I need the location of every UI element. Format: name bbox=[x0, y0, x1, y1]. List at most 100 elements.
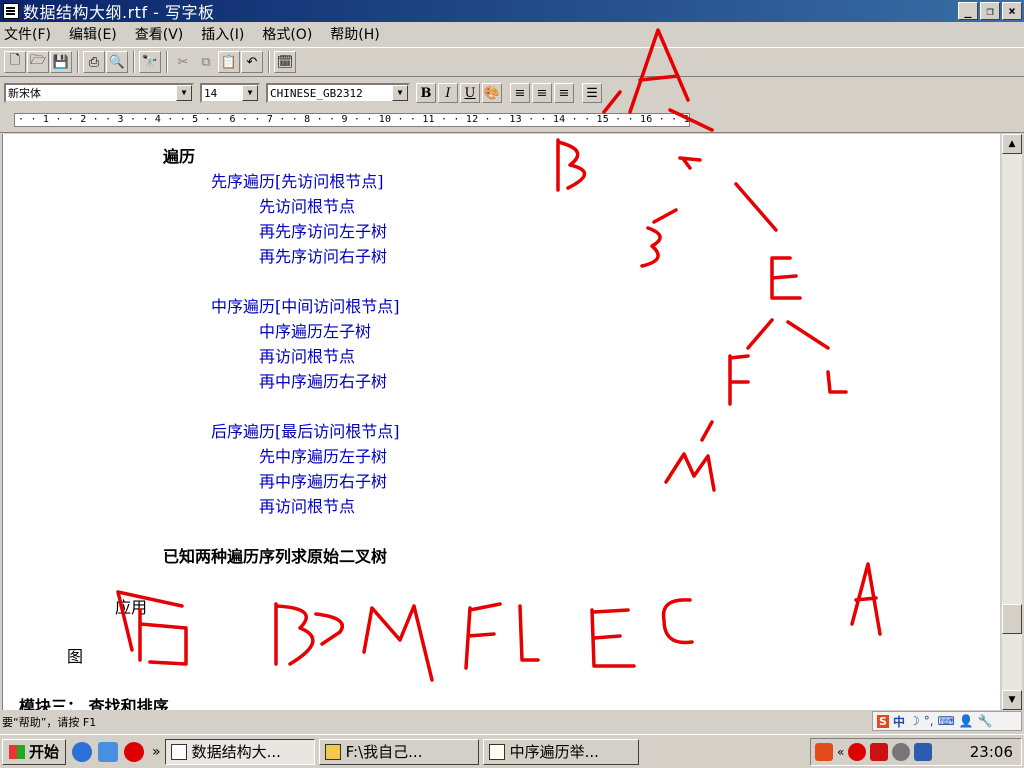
graph-line: 图 bbox=[67, 647, 84, 666]
print-preview-icon[interactable]: 🔍 bbox=[106, 51, 128, 73]
preorder-title: 先序遍历[先访问根节点] bbox=[211, 172, 384, 191]
new-document-icon[interactable]: 🗋 bbox=[4, 51, 26, 73]
internet-explorer-icon[interactable] bbox=[72, 741, 93, 762]
module3-heading: 模块三： 查找和排序 bbox=[19, 697, 169, 710]
menu-help[interactable]: 帮助(H) bbox=[330, 24, 379, 44]
start-label: 开始 bbox=[29, 743, 60, 761]
minimize-button[interactable]: _ bbox=[958, 2, 978, 20]
status-text: 要“帮助”，请按 F1 bbox=[2, 716, 97, 729]
italic-button[interactable]: I bbox=[438, 83, 458, 103]
tray-expand-icon[interactable]: « bbox=[837, 745, 844, 759]
menu-view[interactable]: 查看(V) bbox=[135, 24, 184, 44]
scroll-up-icon[interactable]: ▲ bbox=[1002, 134, 1022, 154]
ruler-scale[interactable]: · · 1 · · 2 · · 3 · · 4 · · 5 · · 6 · · … bbox=[14, 113, 690, 127]
heading-traversal: 遍历 bbox=[163, 147, 196, 166]
ime-toolbar[interactable]: S 中 ☽ °, ⌨ 👤 🔧 bbox=[872, 711, 1022, 731]
close-button[interactable]: × bbox=[1002, 2, 1022, 20]
network-tray-icon[interactable] bbox=[914, 743, 933, 761]
menu-insert[interactable]: 插入(I) bbox=[201, 24, 244, 44]
paste-icon[interactable]: 📋 bbox=[218, 51, 240, 73]
cut-icon[interactable]: ✂ bbox=[172, 51, 194, 73]
record-tray-icon[interactable] bbox=[848, 743, 867, 761]
antivirus-tray-icon[interactable] bbox=[870, 743, 889, 761]
toolbar-separator bbox=[268, 51, 270, 73]
toolbar-separator bbox=[77, 51, 79, 73]
postorder-item: 再中序遍历右子树 bbox=[259, 472, 388, 491]
speaker-tray-icon[interactable] bbox=[892, 743, 911, 761]
scroll-down-icon[interactable]: ▼ bbox=[1002, 690, 1022, 710]
known-sequences-line: 已知两种遍历序列求原始二叉树 bbox=[163, 547, 388, 566]
taskbar: 开始 » 数据结构大... F:\我自己... 中序遍历举... « 23:06 bbox=[0, 734, 1024, 768]
align-center-icon[interactable]: ≡ bbox=[532, 83, 552, 103]
punctuation-icon[interactable]: °, bbox=[924, 714, 934, 728]
ime-mode[interactable]: 中 bbox=[893, 713, 905, 730]
wordpad-task-icon bbox=[170, 743, 187, 760]
align-right-icon[interactable]: ≡ bbox=[554, 83, 574, 103]
restore-button[interactable]: ❐ bbox=[980, 2, 1000, 20]
scroll-thumb[interactable] bbox=[1002, 604, 1022, 634]
user-icon[interactable]: 👤 bbox=[959, 714, 974, 728]
start-button[interactable]: 开始 bbox=[2, 738, 67, 765]
chevron-down-icon[interactable]: ▼ bbox=[242, 85, 258, 101]
folder-icon bbox=[324, 743, 341, 760]
insert-datetime-icon[interactable]: 🗓 bbox=[274, 51, 296, 73]
chevron-down-icon[interactable]: ▼ bbox=[176, 85, 192, 101]
task-paint[interactable]: 中序遍历举... bbox=[482, 738, 639, 765]
bullets-icon[interactable]: ☰ bbox=[582, 83, 602, 103]
chevron-down-icon[interactable]: ▼ bbox=[392, 85, 408, 101]
menu-edit[interactable]: 编辑(E) bbox=[69, 24, 117, 44]
underline-button[interactable]: U bbox=[460, 83, 480, 103]
quicklaunch-more-icon[interactable]: » bbox=[152, 744, 161, 760]
task-label: 数据结构大... bbox=[191, 743, 281, 761]
paint-icon bbox=[488, 743, 505, 760]
task-folder[interactable]: F:\我自己... bbox=[318, 738, 479, 765]
toolbar-separator bbox=[133, 51, 135, 73]
outlook-express-icon[interactable] bbox=[98, 741, 119, 762]
font-size-value: 14 bbox=[204, 86, 218, 100]
standard-toolbar: 🗋 🗁 💾 ⎙ 🔍 🔭 ✂ ⧉ 📋 ↶ 🗓 bbox=[0, 47, 1024, 77]
postorder-item: 再访问根节点 bbox=[259, 497, 356, 516]
color-palette-icon[interactable]: 🎨 bbox=[482, 83, 502, 103]
window-title: 数据结构大纲.rtf - 写字板 bbox=[23, 3, 215, 22]
preorder-item: 再先序访问左子树 bbox=[259, 222, 388, 241]
sogou-tray-icon[interactable] bbox=[815, 743, 833, 761]
font-select-value: 新宋体 bbox=[8, 87, 41, 100]
keyboard-icon[interactable]: ⌨ bbox=[938, 714, 955, 728]
print-icon[interactable]: ⎙ bbox=[83, 51, 105, 73]
bold-button[interactable]: B bbox=[416, 83, 436, 103]
wrench-icon[interactable]: 🔧 bbox=[978, 714, 993, 728]
window-controls: _ ❐ × bbox=[958, 2, 1022, 20]
clock[interactable]: 23:06 bbox=[970, 743, 1013, 761]
task-label: 中序遍历举... bbox=[509, 743, 599, 761]
script-select[interactable]: CHINESE_GB2312 ▼ bbox=[266, 83, 410, 103]
find-icon[interactable]: 🔭 bbox=[139, 51, 161, 73]
windows-logo-icon bbox=[9, 744, 25, 759]
task-label: F:\我自己... bbox=[345, 743, 423, 761]
moon-icon[interactable]: ☽ bbox=[909, 714, 920, 728]
postorder-item: 先中序遍历左子树 bbox=[259, 447, 388, 466]
system-tray: « 23:06 bbox=[810, 738, 1022, 766]
script-value: CHINESE_GB2312 bbox=[270, 86, 363, 100]
align-left-icon[interactable]: ≡ bbox=[510, 83, 530, 103]
menu-file[interactable]: 文件(F) bbox=[4, 24, 51, 44]
wordpad-app-icon[interactable] bbox=[3, 3, 19, 19]
copy-icon[interactable]: ⧉ bbox=[195, 51, 217, 73]
preorder-item: 先访问根节点 bbox=[259, 197, 356, 216]
sogou-logo-icon[interactable]: S bbox=[877, 714, 889, 728]
title-bar: 数据结构大纲.rtf - 写字板 _ ❐ × bbox=[0, 0, 1024, 22]
media-record-icon[interactable] bbox=[124, 741, 145, 762]
save-icon[interactable]: 💾 bbox=[50, 51, 72, 73]
vertical-scrollbar[interactable]: ▲ ▼ bbox=[1002, 134, 1022, 710]
inorder-item: 中序遍历左子树 bbox=[259, 322, 372, 341]
format-bar: 新宋体 ▼ 14 ▼ CHINESE_GB2312 ▼ B I U 🎨 ≡ ≡ … bbox=[0, 79, 1024, 107]
menu-format[interactable]: 格式(O) bbox=[262, 24, 312, 44]
font-size-select[interactable]: 14 ▼ bbox=[200, 83, 260, 103]
inorder-title: 中序遍历[中间访问根节点] bbox=[211, 297, 400, 316]
task-wordpad[interactable]: 数据结构大... bbox=[164, 738, 315, 765]
document-area[interactable]: 遍历 先序遍历[先访问根节点] 先访问根节点 再先序访问左子树 再先序访问右子树… bbox=[2, 134, 1000, 710]
font-select[interactable]: 新宋体 ▼ bbox=[4, 83, 194, 103]
undo-icon[interactable]: ↶ bbox=[241, 51, 263, 73]
postorder-title: 后序遍历[最后访问根节点] bbox=[211, 422, 400, 441]
preorder-item: 再先序访问右子树 bbox=[259, 247, 388, 266]
open-folder-icon[interactable]: 🗁 bbox=[27, 51, 49, 73]
